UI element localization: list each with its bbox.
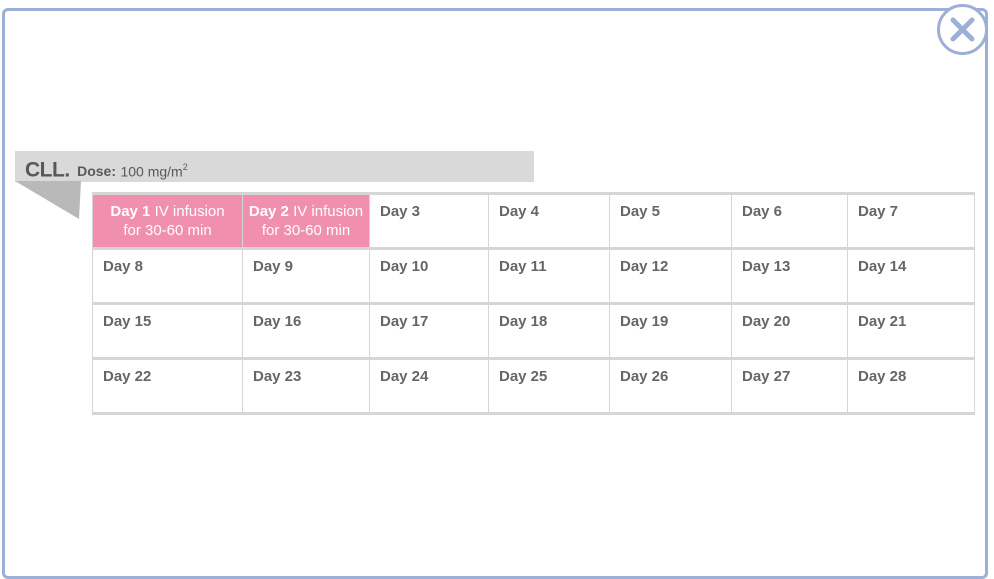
week-row-4: Day 22 Day 23 Day 24 Day 25 Day 26 Day 2…	[92, 360, 975, 415]
day-cell-24: Day 24	[370, 360, 489, 412]
dose-value: 100 mg/m	[120, 163, 183, 180]
day-cell-6: Day 6	[732, 195, 848, 247]
day-cell-27: Day 27	[732, 360, 848, 412]
day-cell-23: Day 23	[243, 360, 370, 412]
day-cell-8: Day 8	[92, 250, 243, 302]
day-cell-13: Day 13	[732, 250, 848, 302]
day-cell-16: Day 16	[243, 305, 370, 357]
day-cell-7: Day 7	[848, 195, 975, 247]
banner-pointer	[15, 181, 81, 219]
day-cell-9: Day 9	[243, 250, 370, 302]
week-row-3: Day 15 Day 16 Day 17 Day 18 Day 19 Day 2…	[92, 305, 975, 360]
day-cell-11: Day 11	[489, 250, 610, 302]
day-cell-21: Day 21	[848, 305, 975, 357]
day-cell-14: Day 14	[848, 250, 975, 302]
day-cell-26: Day 26	[610, 360, 732, 412]
day-cell-15: Day 15	[92, 305, 243, 357]
day-cell-20: Day 20	[732, 305, 848, 357]
dosing-calendar: Day 1 IV infusion for 30-60 min Day 2 IV…	[92, 192, 975, 415]
duration-text: for 30-60 min	[123, 222, 212, 239]
day-cell-2: Day 2 IV infusion for 30-60 min	[243, 195, 370, 247]
banner-text: CLL. Dose: 100 mg/m2	[25, 152, 188, 182]
dose-superscript: 2	[182, 162, 188, 172]
day-cell-17: Day 17	[370, 305, 489, 357]
day-label: Day 1	[110, 203, 151, 220]
day-label: Day 2	[248, 203, 289, 220]
day-cell-10: Day 10	[370, 250, 489, 302]
day-cell-18: Day 18	[489, 305, 610, 357]
day-cell-22: Day 22	[92, 360, 243, 412]
day-cell-28: Day 28	[848, 360, 975, 412]
close-x-icon	[950, 17, 975, 42]
duration-text: for 30-60 min	[261, 222, 351, 239]
week-row-2: Day 8 Day 9 Day 10 Day 11 Day 12 Day 13 …	[92, 250, 975, 305]
day-cell-5: Day 5	[610, 195, 732, 247]
regimen-title: CLL.	[25, 158, 70, 182]
dose-label: Dose:	[77, 163, 117, 180]
infusion-text: IV infusion	[154, 203, 225, 220]
day-cell-25: Day 25	[489, 360, 610, 412]
day-cell-19: Day 19	[610, 305, 732, 357]
infusion-text: IV infusion	[293, 203, 364, 220]
day-cell-1: Day 1 IV infusion for 30-60 min	[92, 195, 243, 247]
close-button[interactable]	[937, 4, 988, 55]
day-cell-3: Day 3	[370, 195, 489, 247]
week-row-1: Day 1 IV infusion for 30-60 min Day 2 IV…	[92, 195, 975, 250]
day-cell-12: Day 12	[610, 250, 732, 302]
day-cell-4: Day 4	[489, 195, 610, 247]
